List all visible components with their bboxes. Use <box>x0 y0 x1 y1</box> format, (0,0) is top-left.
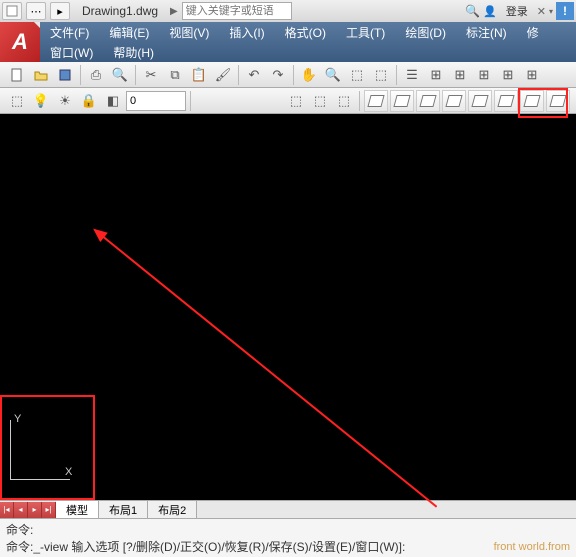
pan-icon[interactable]: ✋ <box>298 64 320 86</box>
save-icon[interactable] <box>54 64 76 86</box>
login-link[interactable]: 登录 <box>500 3 534 19</box>
tab-layout1[interactable]: 布局1 <box>99 501 148 518</box>
app-logo[interactable]: A <box>0 22 40 62</box>
play-icon: ▶ <box>170 6 178 17</box>
lock-icon[interactable]: 🔒 <box>78 90 100 112</box>
menu-view[interactable]: 视图(V) <box>159 22 219 42</box>
qat-new-icon[interactable] <box>2 2 22 20</box>
layout-tabs: |◂ ◂ ▸ ▸| 模型 布局1 布局2 <box>0 500 576 518</box>
menu-tools[interactable]: 工具(T) <box>336 22 395 42</box>
qat-save-icon[interactable]: ⋯ <box>26 2 46 20</box>
design-center-icon[interactable]: ⊞ <box>425 64 447 86</box>
zoom-icon[interactable]: 🔍 <box>322 64 344 86</box>
zoom-prev-icon[interactable]: ⬚ <box>370 64 392 86</box>
menu-format[interactable]: 格式(O) <box>275 22 336 42</box>
undo-icon[interactable]: ↶ <box>243 64 265 86</box>
view-bottom-icon[interactable] <box>390 90 414 112</box>
ucs-y-label: Y <box>14 413 21 425</box>
tab-prev-icon[interactable]: ◂ <box>14 502 28 518</box>
menu-modify[interactable]: 修 <box>517 22 549 42</box>
standard-toolbar: ⎙ 🔍 ✂ ⧉ 📋 🖌 ↶ ↷ ✋ 🔍 ⬚ ⬚ ☰ ⊞ ⊞ ⊞ ⊞ ⊞ <box>0 62 576 88</box>
menu-draw[interactable]: 绘图(D) <box>395 22 456 42</box>
user-icon[interactable]: 👤 <box>483 5 497 18</box>
command-line[interactable]: 命令: 命令: _-view 输入选项 [?/删除(D)/正交(O)/恢复(R)… <box>0 518 576 557</box>
match-icon[interactable]: 🖌 <box>212 64 234 86</box>
copy-icon[interactable]: ⧉ <box>164 64 186 86</box>
properties-icon[interactable]: ☰ <box>401 64 423 86</box>
search-input[interactable] <box>182 2 292 20</box>
layer-iso-icon[interactable]: ⬚ <box>309 90 331 112</box>
preview-icon[interactable]: 🔍 <box>109 64 131 86</box>
layer-dropdown[interactable]: 0 <box>126 91 186 111</box>
cut-icon[interactable]: ✂ <box>140 64 162 86</box>
filename-label: Drawing1.dwg <box>74 4 166 18</box>
view-back-icon[interactable] <box>494 90 518 112</box>
menubar: 文件(F) 编辑(E) 视图(V) 插入(I) 格式(O) 工具(T) 绘图(D… <box>40 22 576 62</box>
menu-dimension[interactable]: 标注(N) <box>456 22 517 42</box>
tool-palette-icon[interactable]: ⊞ <box>449 64 471 86</box>
tab-last-icon[interactable]: ▸| <box>42 502 56 518</box>
cmd-text: _-view 输入选项 [?/删除(D)/正交(O)/恢复(R)/保存(S)/设… <box>33 538 405 555</box>
view-left-icon[interactable] <box>416 90 440 112</box>
menu-edit[interactable]: 编辑(E) <box>99 22 159 42</box>
redo-icon[interactable]: ↷ <box>267 64 289 86</box>
menu-file[interactable]: 文件(F) <box>40 22 99 42</box>
color-icon[interactable]: ◧ <box>102 90 124 112</box>
annotation-highlight-origin <box>0 395 95 500</box>
search-icon[interactable]: 🔍 <box>465 4 480 18</box>
tab-first-icon[interactable]: |◂ <box>0 502 14 518</box>
layer-prev-icon[interactable]: ⬚ <box>333 90 355 112</box>
markup-icon[interactable]: ⊞ <box>497 64 519 86</box>
tab-nav: |◂ ◂ ▸ ▸| <box>0 502 56 518</box>
view-seiso-icon[interactable] <box>546 90 570 112</box>
view-front-icon[interactable] <box>468 90 492 112</box>
ucs-x-label: X <box>65 466 72 478</box>
tab-model[interactable]: 模型 <box>56 501 99 518</box>
tab-next-icon[interactable]: ▸ <box>28 502 42 518</box>
layer-current-label: 0 <box>130 95 136 107</box>
exchange-icon[interactable]: ✕ <box>537 5 546 18</box>
zoom-window-icon[interactable]: ⬚ <box>346 64 368 86</box>
layer-manager-icon[interactable]: ⬚ <box>6 90 28 112</box>
cmd-history-1: 命令: <box>6 521 33 538</box>
print-icon[interactable]: ⎙ <box>85 64 107 86</box>
sun-icon[interactable]: ☀ <box>54 90 76 112</box>
open-icon[interactable] <box>30 64 52 86</box>
drawing-canvas[interactable]: Y X <box>0 114 576 500</box>
view-top-icon[interactable] <box>364 90 388 112</box>
view-swiso-icon[interactable] <box>520 90 544 112</box>
menu-insert[interactable]: 插入(I) <box>219 22 274 42</box>
menu-window[interactable]: 窗口(W) <box>40 42 103 62</box>
layer-view-toolbar: ⬚ 💡 ☀ 🔒 ◧ 0 ⬚ ⬚ ⬚ <box>0 88 576 114</box>
dropdown-icon[interactable]: ▾ <box>549 7 553 16</box>
sheet-set-icon[interactable]: ⊞ <box>473 64 495 86</box>
alert-icon[interactable]: ! <box>556 2 574 20</box>
qat-arrow-icon[interactable]: ▸ <box>50 2 70 20</box>
calc-icon[interactable]: ⊞ <box>521 64 543 86</box>
new-icon[interactable] <box>6 64 28 86</box>
cmd-prompt-label: 命令: <box>6 538 33 555</box>
watermark-text: front world.from <box>494 541 570 553</box>
menu-help[interactable]: 帮助(H) <box>103 42 164 62</box>
bulb-icon[interactable]: 💡 <box>30 90 52 112</box>
tab-layout2[interactable]: 布局2 <box>148 501 197 518</box>
layer-state-icon[interactable]: ⬚ <box>285 90 307 112</box>
annotation-arrow <box>95 229 438 507</box>
paste-icon[interactable]: 📋 <box>188 64 210 86</box>
view-right-icon[interactable] <box>442 90 466 112</box>
